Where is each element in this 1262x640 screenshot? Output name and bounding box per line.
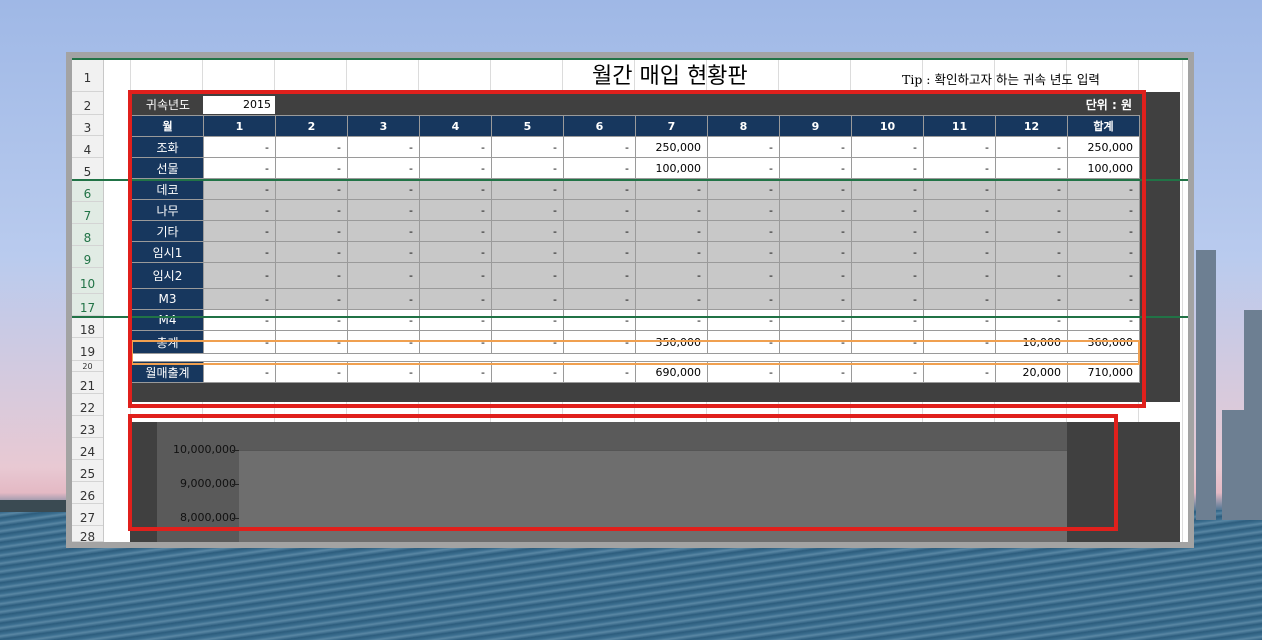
- row-number[interactable]: 3: [72, 115, 103, 136]
- annotation-box-chart: [128, 414, 1118, 531]
- row-number[interactable]: 20: [72, 361, 103, 372]
- row-number[interactable]: 26: [72, 482, 103, 504]
- background-shoreline: [0, 500, 70, 512]
- row-number[interactable]: 17: [72, 294, 103, 316]
- row-number[interactable]: 19: [72, 338, 103, 361]
- row-number[interactable]: 2: [72, 92, 103, 115]
- row-number[interactable]: 1: [72, 58, 103, 92]
- row-number[interactable]: 22: [72, 394, 103, 416]
- row-number[interactable]: 21: [72, 372, 103, 394]
- row-number[interactable]: 25: [72, 460, 103, 482]
- row-number[interactable]: 7: [72, 202, 103, 224]
- background-building: [1244, 310, 1262, 520]
- row-number[interactable]: 10: [72, 268, 103, 294]
- annotation-box-table: [128, 90, 1146, 408]
- row-number[interactable]: 27: [72, 504, 103, 526]
- row-number[interactable]: 18: [72, 316, 103, 338]
- row-number[interactable]: 23: [72, 416, 103, 438]
- row-header-column[interactable]: 1 2 3 4 5 6 7 8 9 10 17 18 19 20 21 22 23 24 25 26 27 28: [72, 58, 104, 542]
- row-number[interactable]: 24: [72, 438, 103, 460]
- page-title: 월간 매입 현황판: [592, 64, 748, 91]
- row-number[interactable]: 4: [72, 136, 103, 158]
- tip-text: Tip : 확인하고자 하는 귀속 년도 입력: [902, 72, 1100, 87]
- row-number[interactable]: 28: [72, 526, 103, 542]
- row-number[interactable]: 6: [72, 180, 103, 202]
- column-gridline: [1182, 58, 1183, 542]
- row-number[interactable]: 5: [72, 158, 103, 180]
- row-number[interactable]: 9: [72, 246, 103, 268]
- selection-top-border: [72, 58, 1188, 60]
- background-building: [1196, 250, 1216, 520]
- row-number[interactable]: 8: [72, 224, 103, 246]
